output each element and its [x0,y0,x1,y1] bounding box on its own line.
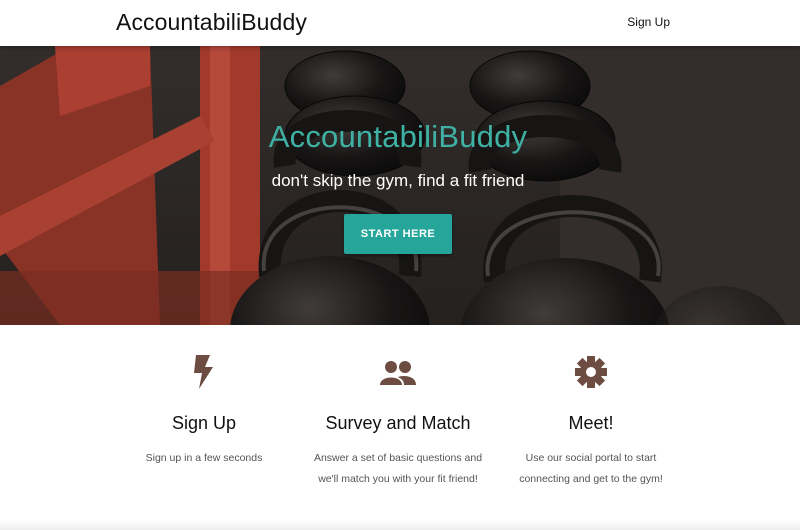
navbar: AccountabiliBuddy Sign Up [0,0,800,46]
feature-title: Sign Up [171,413,237,433]
brand-logo[interactable]: AccountabiliBuddy [116,9,307,36]
features-section: Sign Up Sign up in a few seconds Survey … [0,325,800,530]
people-icon [308,355,488,395]
feature-description: Sign up in a few seconds [145,452,263,464]
feature-title: Survey and Match [325,413,471,433]
page-bottom-edge [0,520,800,530]
nav-signup-link[interactable]: Sign Up [627,15,670,29]
feature-title: Meet! [568,413,614,433]
gear-icon [501,355,681,395]
hero-title: AccountabiliBuddy [268,119,528,154]
hero-subtitle: don't skip the gym, find a fit friend [271,171,525,190]
hero-banner: AccountabiliBuddy don't skip the gym, fi… [0,46,800,325]
start-here-button[interactable]: START HERE [344,214,452,254]
lightning-bolt-icon [114,355,294,395]
feature-description: Answer a set of basic questions and we'l… [313,452,483,485]
feature-description: Use our social portal to start connectin… [519,452,663,485]
